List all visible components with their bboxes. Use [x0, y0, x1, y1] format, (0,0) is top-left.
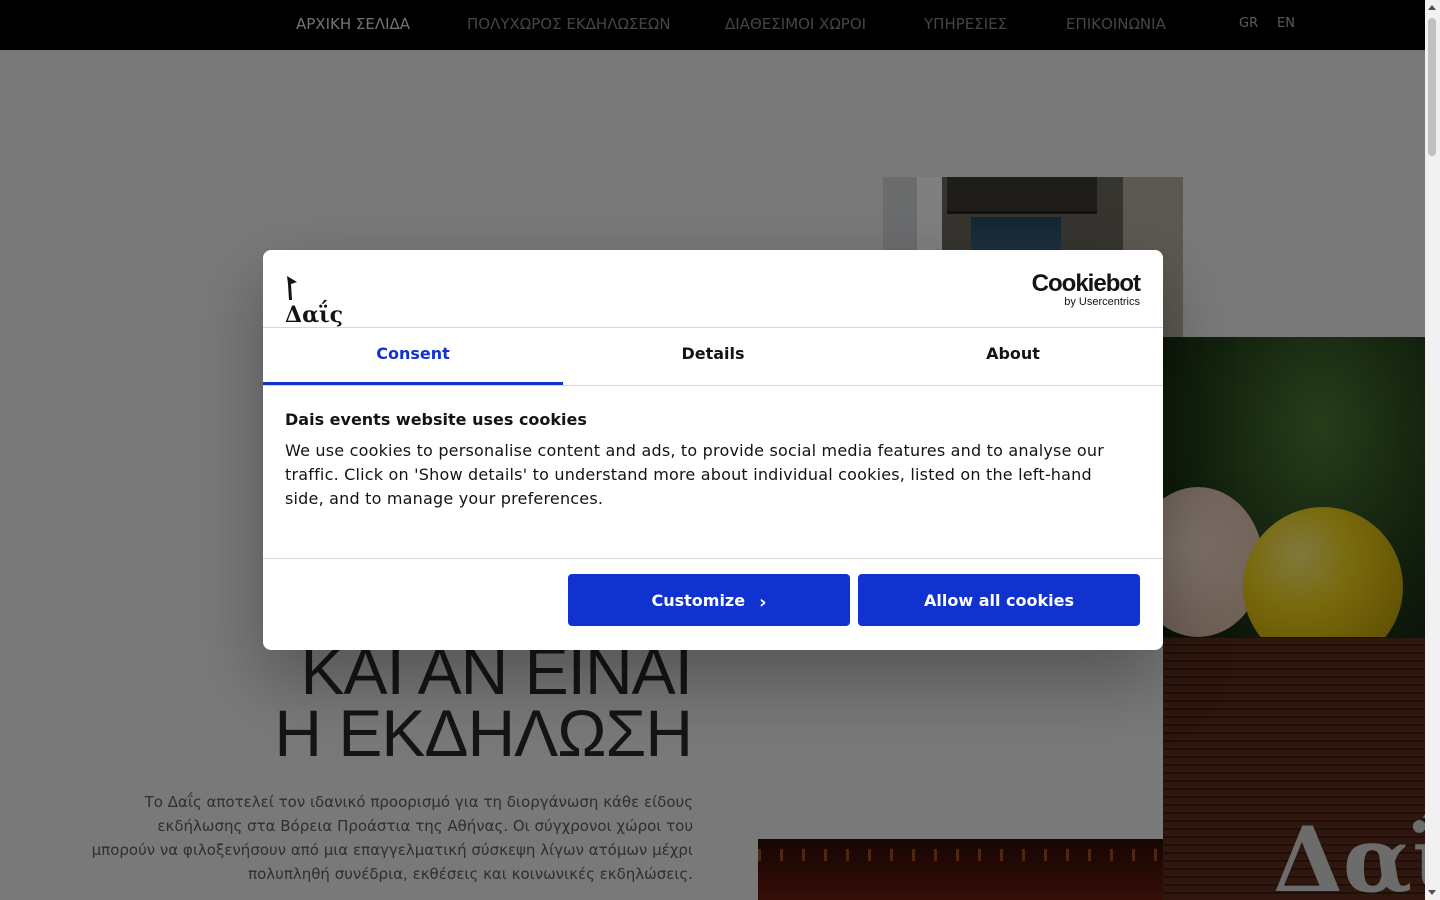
dialog-description: We use cookies to personalise content an… — [285, 441, 1105, 508]
dialog-header: Δαΐς Cookiebot by Usercentrics — [263, 250, 1163, 328]
dialog-title: Dais events website uses cookies — [285, 410, 587, 429]
dais-flame-icon — [287, 276, 297, 300]
dais-logo-mark: Δαΐς — [285, 274, 343, 328]
page-scrollbar[interactable] — [1425, 0, 1440, 900]
tab-details[interactable]: Details — [563, 328, 863, 385]
dialog-footer: Customize › Allow all cookies — [263, 558, 1163, 650]
customize-button[interactable]: Customize › — [568, 574, 850, 626]
tab-about[interactable]: About — [863, 328, 1163, 385]
scrollbar-thumb[interactable] — [1428, 18, 1436, 156]
scroll-down-arrow-icon[interactable] — [1428, 890, 1436, 895]
customize-button-label: Customize — [651, 591, 746, 610]
cookiebot-logo-subtext: by Usercentrics — [1064, 296, 1140, 308]
allow-all-cookies-button[interactable]: Allow all cookies — [858, 574, 1140, 626]
tab-consent[interactable]: Consent — [263, 328, 563, 385]
cookiebot-logo-text: Cookiebot — [1031, 270, 1141, 297]
cookie-consent-dialog: Δαΐς Cookiebot by Usercentrics Consent D… — [263, 250, 1163, 650]
dialog-body: Dais events website uses cookies We use … — [285, 410, 1135, 511]
scroll-up-arrow-icon[interactable] — [1428, 5, 1436, 10]
dialog-tabs: Consent Details About — [263, 328, 1163, 386]
cookiebot-logo[interactable]: Cookiebot by Usercentrics — [1031, 270, 1141, 309]
dais-logo-text: Δαΐς — [285, 302, 344, 328]
chevron-right-icon: › — [759, 592, 767, 613]
dais-logo: Δαΐς — [285, 274, 343, 328]
